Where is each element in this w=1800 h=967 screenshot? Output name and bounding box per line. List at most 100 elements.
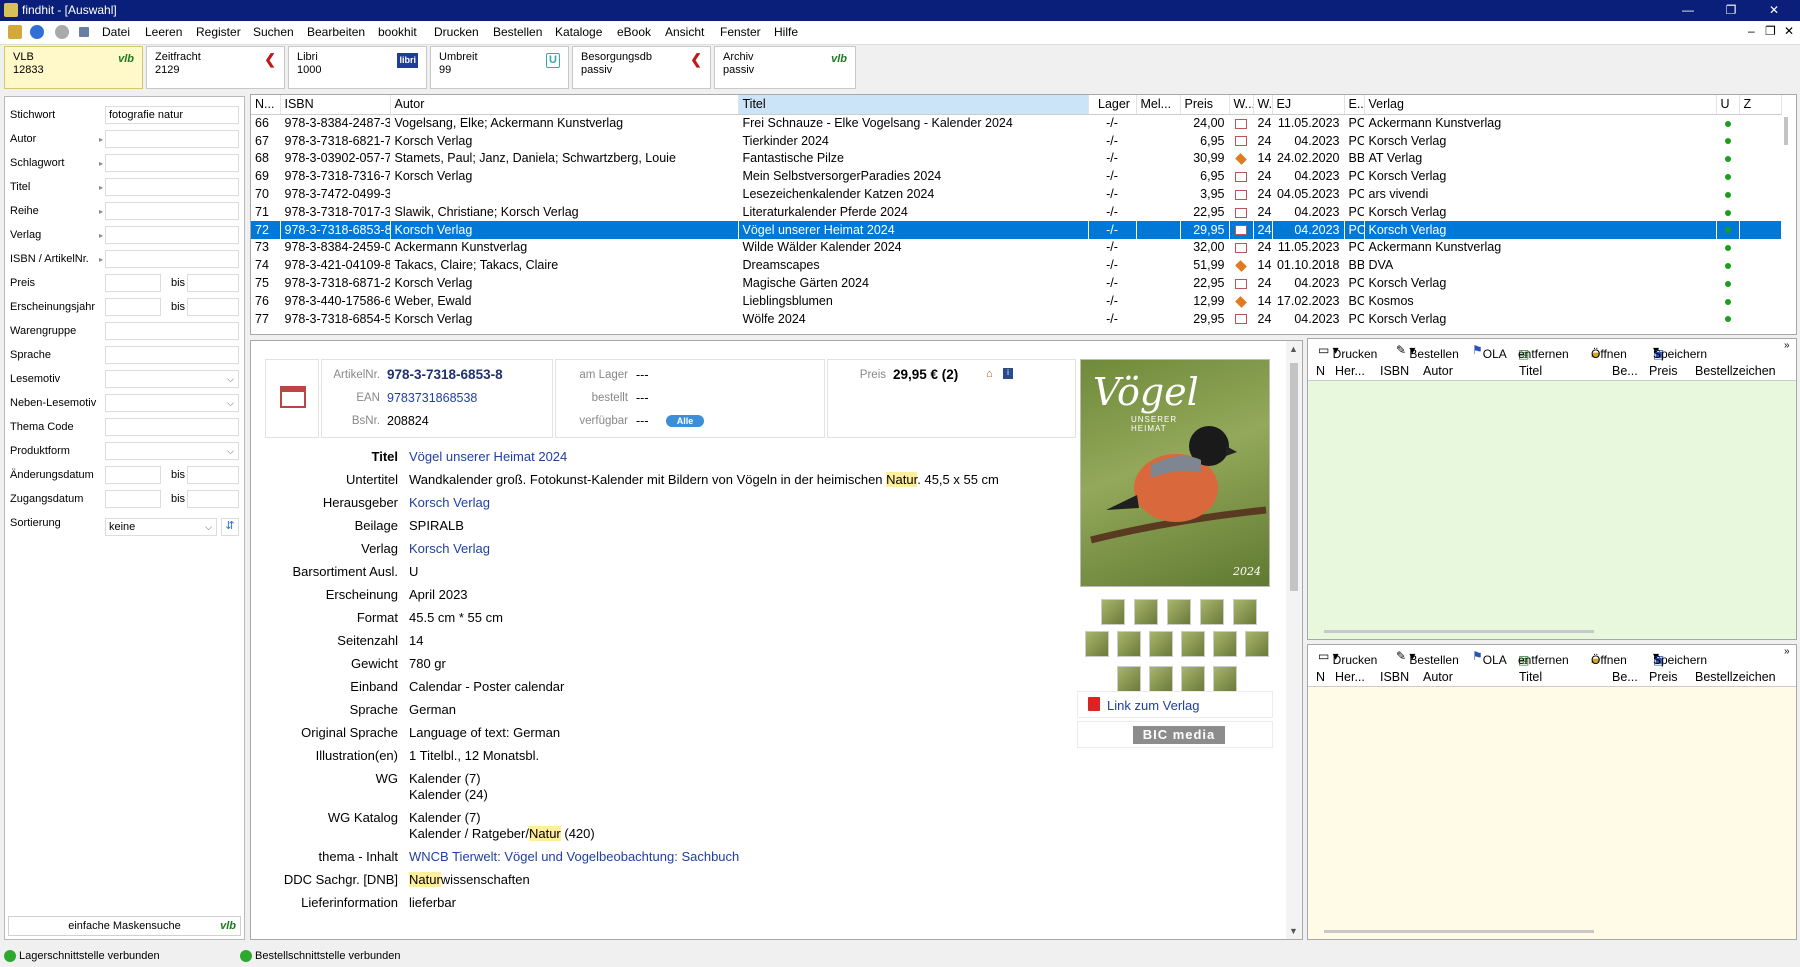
autor-input[interactable]	[105, 130, 239, 148]
col-header-warengruppe[interactable]: W...	[1229, 95, 1254, 115]
verlag-input[interactable]	[105, 226, 239, 244]
table-row[interactable]: 68 978-3-03902-057-7 Stamets, Paul; Janz, …	[251, 150, 1781, 168]
minimize-button[interactable]: —	[1671, 0, 1705, 21]
drucken-button[interactable]: ▭ Drucken ▾	[1318, 343, 1377, 361]
speichern-button[interactable]: ▣ Speichern ▾	[1653, 343, 1707, 361]
link-zum-verlag[interactable]: Link zum Verlag	[1107, 698, 1200, 713]
month-thumbnail[interactable]	[1233, 599, 1257, 625]
col-header-ej[interactable]: EJ	[1272, 95, 1345, 115]
col-header-autor[interactable]: Autor	[390, 95, 739, 115]
month-thumbnail[interactable]	[1167, 599, 1191, 625]
menu-bearbeiten[interactable]: Bearbeiten	[307, 25, 365, 39]
table-row[interactable]: 67 978-3-7318-6821-7 Korsch Verlag Tierkind…	[251, 132, 1781, 150]
col-autor[interactable]: Autor	[1423, 364, 1453, 378]
table-row[interactable]: 76 978-3-440-17586-6 Weber, Ewald Lieblings…	[251, 292, 1781, 310]
col-header-meldung[interactable]: Mel...	[1136, 95, 1181, 115]
menu-fenster[interactable]: Fenster	[720, 25, 761, 39]
bestellen-button[interactable]: ✎ Bestellen ▾	[1396, 343, 1459, 361]
grid-icon[interactable]	[79, 27, 89, 37]
expand-arrow-icon[interactable]: ▸	[99, 135, 103, 144]
source-tab-zeitfracht[interactable]: Zeitfracht 2129 ❮	[146, 46, 285, 89]
month-thumbnail[interactable]	[1101, 599, 1125, 625]
col-preis[interactable]: Preis	[1649, 670, 1677, 684]
month-thumbnail[interactable]	[1149, 666, 1173, 692]
table-row[interactable]: 72 978-3-7318-6853-8 Korsch Verlag Vögel un…	[251, 220, 1781, 239]
herausgeber-value[interactable]: Korsch Verlag	[409, 495, 490, 510]
menu-hilfe[interactable]: Hilfe	[774, 25, 798, 39]
verlag-value[interactable]: Korsch Verlag	[409, 541, 490, 556]
erscheinungsjahr-from-input[interactable]	[105, 298, 161, 316]
restore-button[interactable]: ❐	[1714, 0, 1748, 21]
expand-icon[interactable]: »	[1784, 646, 1790, 657]
col-preis[interactable]: Preis	[1649, 364, 1677, 378]
horizontal-scrollbar[interactable]	[1324, 630, 1594, 633]
col-bestellzeichen[interactable]: Bestellzeichen	[1695, 364, 1776, 378]
menu-leeren[interactable]: Leeren	[145, 25, 182, 39]
neben-lesemotiv-select[interactable]: ⌵	[105, 394, 239, 412]
app-menu-icon[interactable]	[8, 25, 22, 39]
scroll-up-icon[interactable]: ▲	[1289, 344, 1298, 354]
mdi-close-button[interactable]: ✕	[1784, 24, 1794, 38]
table-row[interactable]: 71 978-3-7318-7017-3 Slawik, Christiane; K…	[251, 203, 1781, 221]
bestellen-button[interactable]: ✎ Bestellen ▾	[1396, 649, 1459, 667]
erscheinungsjahr-to-input[interactable]	[187, 298, 239, 316]
month-thumbnail[interactable]	[1181, 631, 1205, 657]
schlagwort-input[interactable]	[105, 154, 239, 172]
menu-ebook[interactable]: eBook	[617, 25, 651, 39]
ola-button[interactable]: ⚑ OLA	[1472, 649, 1507, 667]
aenderungsdatum-from-input[interactable]	[105, 466, 161, 484]
expand-icon[interactable]: »	[1784, 340, 1790, 351]
table-row[interactable]: 73 978-3-8384-2459-0 Ackermann Kunstverlag…	[251, 239, 1781, 257]
back-icon[interactable]	[30, 25, 44, 39]
month-thumbnail[interactable]	[1117, 666, 1141, 692]
col-titel[interactable]: Titel	[1519, 670, 1542, 684]
expand-arrow-icon[interactable]: ▸	[99, 255, 103, 264]
col-bestellt[interactable]: Be...	[1612, 364, 1638, 378]
source-tab-umbreit[interactable]: Umbreit 99 U	[430, 46, 569, 89]
drucken-button[interactable]: ▭ Drucken ▾	[1318, 649, 1377, 667]
sort-direction-icon[interactable]: ⇵	[221, 518, 239, 536]
col-header-verlag[interactable]: Verlag	[1364, 95, 1717, 115]
warengruppe-input[interactable]	[105, 322, 239, 340]
col-hersteller[interactable]: Her...	[1335, 364, 1365, 378]
stichwort-input[interactable]: fotografie natur	[105, 106, 239, 124]
expand-arrow-icon[interactable]: ▸	[99, 207, 103, 216]
month-thumbnail[interactable]	[1200, 599, 1224, 625]
source-tab-libri[interactable]: Libri 1000 libri	[288, 46, 427, 89]
close-button[interactable]: ✕	[1757, 0, 1791, 21]
horizontal-scrollbar[interactable]	[1324, 930, 1594, 933]
month-thumbnail[interactable]	[1117, 631, 1141, 657]
detail-scrollbar[interactable]: ▲ ▼	[1286, 341, 1302, 939]
ola-button[interactable]: ⚑ OLA	[1472, 343, 1507, 361]
scroll-down-icon[interactable]: ▼	[1289, 926, 1298, 936]
titel-value[interactable]: Vögel unserer Heimat 2024	[409, 449, 567, 464]
menu-drucken[interactable]: Drucken	[434, 25, 479, 39]
einfache-maskensuche-button[interactable]: einfache Maskensuche vlb	[8, 916, 241, 936]
mdi-minimize-button[interactable]: –	[1748, 24, 1755, 38]
month-thumbnail[interactable]	[1085, 631, 1109, 657]
scrollbar-thumb[interactable]	[1784, 117, 1788, 145]
reihe-input[interactable]	[105, 202, 239, 220]
expand-arrow-icon[interactable]: ▸	[99, 159, 103, 168]
month-thumbnail[interactable]	[1149, 631, 1173, 657]
lesemotiv-select[interactable]: ⌵	[105, 370, 239, 388]
bic-media-row[interactable]: BIC media	[1077, 721, 1273, 748]
col-bestellzeichen[interactable]: Bestellzeichen	[1695, 670, 1776, 684]
table-row[interactable]: 66 978-3-8384-2487-3 Vogelsang, Elke; Acke…	[251, 114, 1781, 132]
menu-register[interactable]: Register	[196, 25, 241, 39]
col-header-einband[interactable]: E...	[1344, 95, 1365, 115]
col-header-titel[interactable]: Titel	[738, 95, 1089, 115]
col-isbn[interactable]: ISBN	[1380, 670, 1409, 684]
col-header-wg2[interactable]: W...	[1253, 95, 1273, 115]
month-thumbnail[interactable]	[1181, 666, 1205, 692]
source-tab-archiv[interactable]: Archiv passiv vlb	[714, 46, 856, 89]
col-header-preis[interactable]: Preis	[1180, 95, 1230, 115]
col-header-u[interactable]: U	[1716, 95, 1740, 115]
titel-input[interactable]	[105, 178, 239, 196]
aenderungsdatum-to-input[interactable]	[187, 466, 239, 484]
menu-bestellen[interactable]: Bestellen	[493, 25, 542, 39]
col-header-n[interactable]: N...	[251, 95, 281, 115]
col-bestellt[interactable]: Be...	[1612, 670, 1638, 684]
menu-bookhit[interactable]: bookhit	[378, 25, 417, 39]
source-tab-vlb[interactable]: VLB 12833 vlb	[4, 46, 143, 89]
